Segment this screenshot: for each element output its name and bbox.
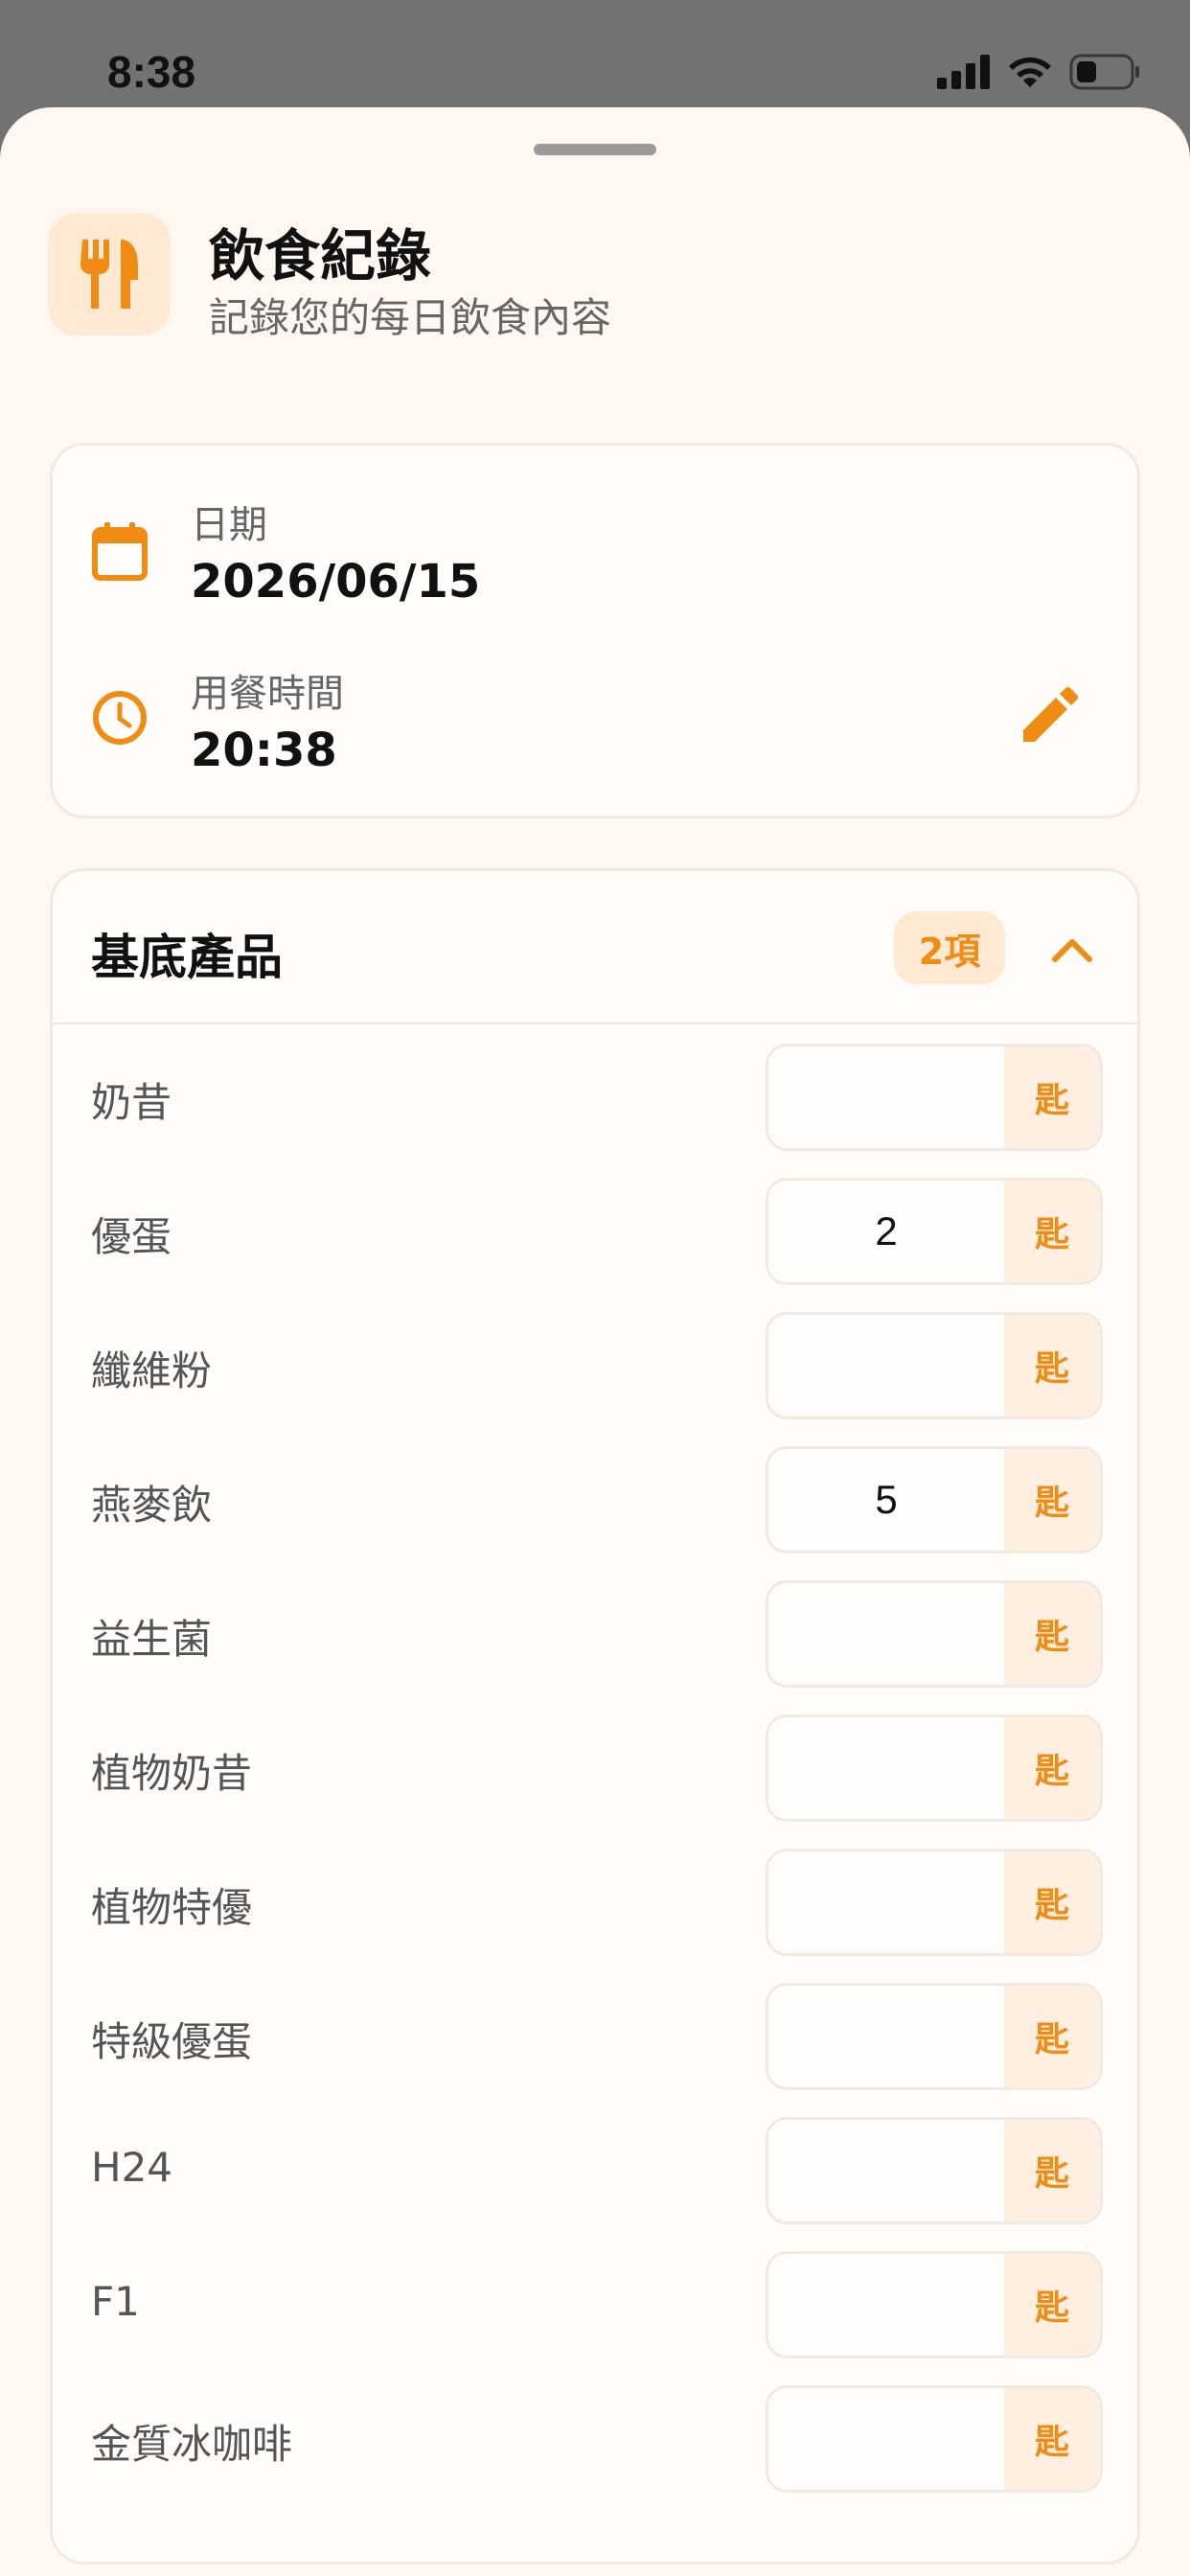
product-row: H24 匙 [53,2117,1137,2224]
date-label: 日期 [191,503,267,547]
product-row: 特級優蛋 匙 [53,1983,1137,2090]
unit-label: 匙 [1004,1583,1100,1685]
product-row: 纖維粉 匙 [53,1312,1137,1419]
product-name: F1 [91,2278,140,2325]
clock-icon [93,691,147,745]
quantity-field: 匙 [766,2251,1103,2358]
quantity-input[interactable] [768,1046,1004,1148]
product-row: 燕麥飲 匙 [53,1446,1137,1553]
quantity-field: 匙 [766,1446,1103,1553]
status-time: 8:38 [107,47,196,97]
product-name: 植物奶昔 [91,1750,253,1797]
product-name: 燕麥飲 [91,1482,213,1529]
unit-label: 匙 [1004,1717,1100,1819]
datetime-card: 日期 2026/06/15 用餐時間 20:38 [50,443,1140,818]
chevron-up-icon [1052,939,1092,962]
quantity-input[interactable] [768,2120,1004,2221]
product-row: 益生菌 匙 [53,1580,1137,1688]
quantity-input[interactable] [768,1986,1004,2087]
product-row: 奶昔 匙 [53,1044,1137,1151]
quantity-field: 匙 [766,2385,1103,2493]
quantity-input[interactable] [768,1583,1004,1685]
base-products-title: 基底產品 [91,930,283,985]
quantity-field: 匙 [766,1178,1103,1285]
product-name: 奶昔 [91,1079,172,1126]
count-badge: 2項 [894,911,1005,984]
sheet-grabber[interactable] [534,144,656,155]
edit-datetime-button[interactable] [1015,681,1084,750]
unit-label: 匙 [1004,1986,1100,2087]
status-icons [937,54,1142,90]
quantity-field: 匙 [766,1983,1103,2090]
product-name: 植物特優 [91,1884,253,1931]
quantity-input[interactable] [768,2388,1004,2490]
wifi-icon [1009,57,1051,87]
unit-label: 匙 [1004,2388,1100,2490]
collapse-button[interactable] [1040,917,1105,982]
quantity-field: 匙 [766,2117,1103,2224]
quantity-input[interactable] [768,1717,1004,1819]
quantity-input[interactable] [768,1449,1004,1551]
battery-icon [1069,54,1139,90]
product-name: 金質冰咖啡 [91,2421,293,2468]
calendar-icon [92,522,148,581]
unit-label: 匙 [1004,2254,1100,2356]
unit-label: 匙 [1004,1315,1100,1416]
quantity-field: 匙 [766,1714,1103,1822]
product-row: 優蛋 匙 [53,1178,1137,1285]
product-row: 植物特優 匙 [53,1849,1137,1956]
quantity-field: 匙 [766,1580,1103,1688]
product-name: 纖維粉 [91,1347,213,1394]
product-row: F1 匙 [53,2251,1137,2358]
quantity-input[interactable] [768,1181,1004,1282]
signal-icon [937,55,990,89]
meal-time-label: 用餐時間 [191,672,344,716]
base-products-header[interactable]: 基底產品 2項 [53,871,1137,1024]
product-row: 金質冰咖啡 匙 [53,2385,1137,2493]
status-bar: 8:38 [0,0,1190,107]
quantity-field: 匙 [766,1044,1103,1151]
quantity-input[interactable] [768,1315,1004,1416]
pencil-icon [1023,687,1078,742]
utensils-icon [80,240,138,309]
header-icon-badge [48,213,171,335]
unit-label: 匙 [1004,1181,1100,1282]
product-name: 優蛋 [91,1213,172,1260]
quantity-field: 匙 [766,1312,1103,1419]
product-name: 益生菌 [91,1616,213,1663]
unit-label: 匙 [1004,1046,1100,1148]
product-row: 植物奶昔 匙 [53,1714,1137,1822]
quantity-field: 匙 [766,1849,1103,1956]
unit-label: 匙 [1004,1449,1100,1551]
product-name: 特級優蛋 [91,2018,253,2065]
meal-time-value: 20:38 [191,724,337,777]
page-title: 飲食紀錄 [209,223,432,288]
bottom-sheet: 飲食紀錄 記錄您的每日飲食內容 日期 2026/06/15 用餐時間 20:38… [0,107,1190,2576]
date-value: 2026/06/15 [191,555,481,609]
quantity-input[interactable] [768,2254,1004,2356]
product-name: H24 [91,2144,173,2191]
page-subtitle: 記錄您的每日飲食內容 [209,294,612,341]
quantity-input[interactable] [768,1852,1004,1953]
unit-label: 匙 [1004,1852,1100,1953]
base-products-card: 基底產品 2項 奶昔 匙 優蛋 匙 纖維粉 [50,868,1140,2564]
unit-label: 匙 [1004,2120,1100,2221]
